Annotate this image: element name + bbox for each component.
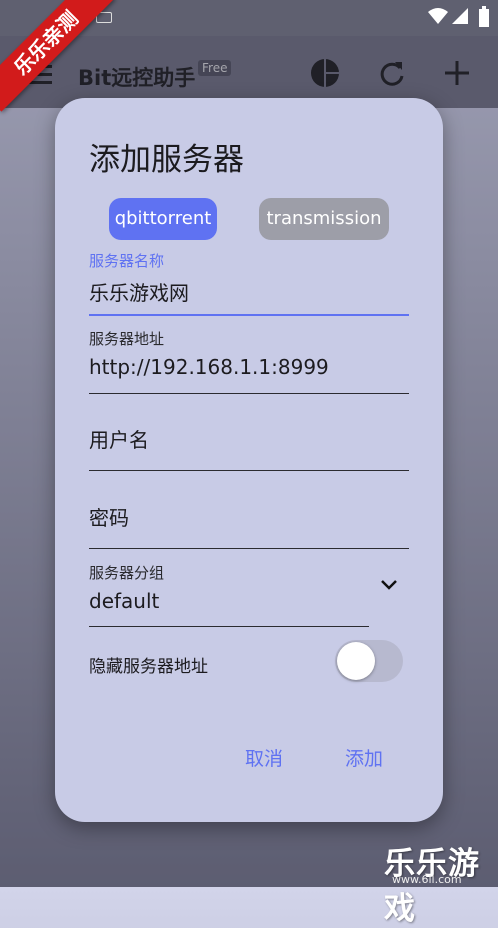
hide-address-toggle[interactable] (335, 640, 403, 682)
toggle-knob (337, 642, 375, 680)
server-address-underline (89, 393, 409, 394)
battery-icon (479, 6, 489, 27)
server-address-field[interactable]: 服务器地址 http://192.168.1.1:8999 (89, 328, 409, 379)
server-name-value: 乐乐游戏网 (89, 281, 189, 305)
hide-address-label: 隐藏服务器地址 (89, 657, 208, 677)
server-name-underline (89, 314, 409, 316)
wifi-icon (428, 8, 448, 24)
username-field[interactable]: 用户名 (89, 424, 409, 453)
chip-transmission[interactable]: transmission (259, 198, 389, 240)
server-name-field[interactable]: 服务器名称 乐乐游戏网 (89, 250, 409, 306)
dialog-title: 添加服务器 (89, 142, 244, 178)
server-group-value: default (89, 589, 160, 613)
add-button[interactable]: 添加 (345, 744, 383, 771)
add-server-dialog: 添加服务器 qbittorrent transmission 服务器名称 乐乐游… (55, 98, 443, 822)
server-address-value: http://192.168.1.1:8999 (89, 355, 329, 379)
signal-icon (452, 8, 468, 24)
cancel-button[interactable]: 取消 (245, 744, 283, 771)
chip-qbittorrent[interactable]: qbittorrent (109, 198, 217, 240)
password-field[interactable]: 密码 (89, 502, 409, 531)
password-underline (89, 548, 409, 549)
password-placeholder: 密码 (89, 506, 129, 530)
username-underline (89, 470, 409, 471)
chevron-down-icon[interactable] (379, 578, 399, 592)
watermark-url: www.6ll.com (392, 873, 462, 886)
server-name-label: 服务器名称 (89, 252, 165, 270)
server-address-label: 服务器地址 (89, 330, 165, 348)
server-group-select[interactable]: 服务器分组 default (89, 562, 409, 613)
username-placeholder: 用户名 (89, 428, 149, 452)
server-group-label: 服务器分组 (89, 564, 165, 582)
server-group-underline (89, 626, 369, 627)
